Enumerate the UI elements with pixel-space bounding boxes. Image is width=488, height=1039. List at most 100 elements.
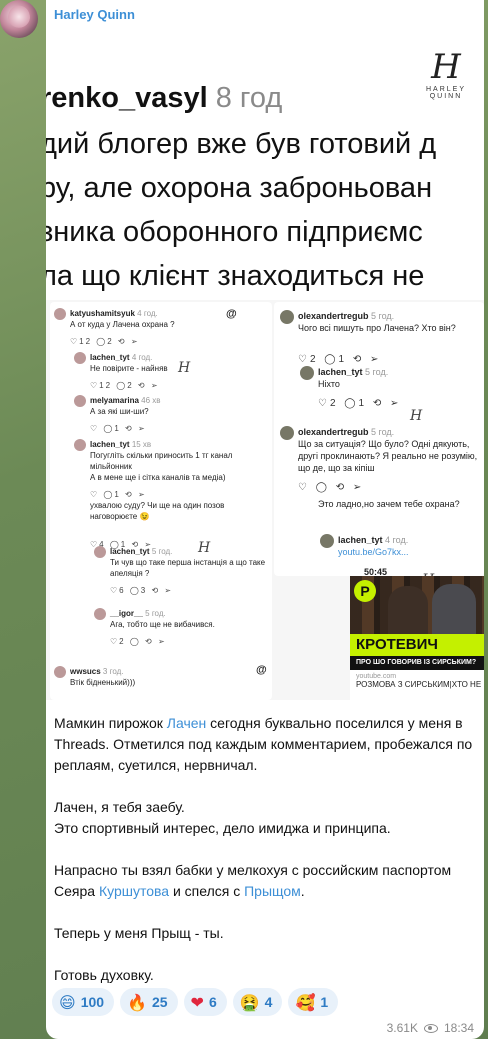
comment: katyushamitsyuk 4 год. А от куда у Лачена… (70, 308, 270, 330)
comment-actions[interactable]: ♡ ◯1 ⟲ ➢ (90, 424, 147, 433)
mention-link[interactable]: Лачен (167, 715, 206, 731)
paragraph: Лачен, я тебя заебу. Это спортивный инте… (54, 799, 391, 836)
reaction-laugh[interactable]: 😄 100 (52, 988, 115, 1016)
comment: lachen_tyt 5 год. Ти чув що таке перша ін… (110, 546, 270, 579)
comment-time: 46 хв (141, 396, 161, 405)
post-line: ла що клієнт знаходиться не (46, 260, 425, 292)
comment-avatar[interactable] (280, 426, 294, 440)
comment-actions[interactable]: ♡6 ◯3 ⟲ ➢ (110, 586, 173, 595)
comment-avatar[interactable] (280, 310, 294, 324)
video-duration: 50:45 (364, 567, 388, 577)
view-count: 3.61K (386, 1021, 418, 1035)
post-line: зника оборонного підприємс (46, 216, 423, 248)
reaction-fire[interactable]: 🔥 25 (120, 988, 178, 1016)
post-author: renko_vasyl 8 год (46, 82, 283, 114)
comment-text: ухвалою суду? Чи ще на один позов нагово… (90, 501, 225, 521)
comment: wwsucs 3 год. Втік бідненький))) (70, 666, 270, 688)
message-footer: 3.61K 18:34 (387, 1021, 474, 1035)
comment-time: 4 год. (385, 535, 409, 545)
paragraph: Теперь у меня Прыщ - ты. (54, 925, 224, 941)
comment-avatar[interactable] (94, 546, 106, 558)
message-image[interactable]: H HARLEY QUINN renko_vasyl 8 год дий бло… (46, 30, 484, 700)
reaction-love[interactable]: 🥰 1 (288, 988, 339, 1016)
message-bubble: Harley Quinn H HARLEY QUINN renko_vasyl … (46, 0, 484, 1039)
comment-actions[interactable]: ♡ ◯1 ⟲ ➢ (90, 490, 147, 499)
message-time: 18:34 (443, 1021, 474, 1035)
comment-actions[interactable]: ♡2 ◯1 ⟲ ➢ (318, 398, 401, 409)
comment-text: Это ладно,но зачем тебе охрана? (318, 499, 460, 509)
comment-author[interactable]: lachen_tyt (338, 535, 383, 545)
top-screenshot: H HARLEY QUINN renko_vasyl 8 год дий бло… (46, 30, 484, 300)
comment-author[interactable]: lachen_tyt (90, 353, 130, 362)
mention-link[interactable]: Куршутова (99, 883, 169, 899)
comment: lachen_tyt 4 год. Не повірите - найняв (90, 352, 270, 374)
comment-author[interactable]: lachen_tyt (318, 367, 363, 377)
paragraph: Мамкин пирожок Лачен сегодня буквально п… (54, 715, 473, 773)
comment: lachen_tyt 5 год. Ніхто (318, 366, 478, 390)
comment-time: 3 год. (102, 667, 124, 676)
comment-author[interactable]: lachen_tyt (90, 440, 130, 449)
comment-text: Втік бідненький))) (70, 678, 136, 687)
post-line: дий блогер вже був готовий д (46, 128, 437, 160)
harley-quinn-logo: H (410, 408, 423, 424)
comment-avatar[interactable] (54, 308, 66, 320)
comment-time: 5 год. (151, 547, 173, 556)
comment-avatar[interactable] (300, 366, 314, 380)
comment-avatar[interactable] (74, 395, 86, 407)
comment: Это ладно,но зачем тебе охрана? (318, 498, 478, 510)
comment: olexandertregub 5 год. Що за ситуація? Що… (298, 426, 478, 474)
comment-time: 4 год. (131, 353, 153, 362)
paragraph: Готовь духовку. (54, 967, 154, 983)
channel-logo-icon: P (354, 580, 376, 602)
comment-author[interactable]: wwsucs (70, 667, 101, 676)
comment-time: 5 год. (371, 427, 395, 437)
comment-text: youtu.be/Go7kx... (338, 547, 409, 557)
reaction-heart[interactable]: ❤ 6 (183, 988, 227, 1016)
paragraph: Напрасно ты взял бабки у мелкохуя с росс… (54, 862, 452, 899)
comment-text: Ти чув що таке перша інстанція а що таке… (110, 558, 266, 578)
comment: olexandertregub 5 год. Чого всі пишуть пр… (298, 310, 478, 334)
comment-time: 5 год. (371, 311, 395, 321)
comment: ухвалою суду? Чи ще на один позов нагово… (90, 500, 270, 522)
mention-link[interactable]: Прыщом (244, 883, 301, 899)
comment-actions[interactable]: ♡12 ◯2 ⟲ ➢ (90, 381, 160, 390)
message-text: Мамкин пирожок Лачен сегодня буквально п… (54, 713, 478, 1007)
comment-avatar[interactable] (74, 439, 86, 451)
harley-quinn-logo: H HARLEY QUINN (425, 47, 466, 100)
sender-name[interactable]: Harley Quinn (54, 7, 135, 22)
comment-text: Не повірите - найняв (90, 364, 168, 373)
comment-author[interactable]: lachen_tyt (110, 547, 150, 556)
comment-time: 15 хв (131, 440, 152, 449)
comment-text: Ага, тобто ще не вибачився. (110, 620, 215, 629)
comment-actions[interactable]: ♡12 ◯2 ⟲ ➢ (70, 337, 140, 346)
youtube-preview[interactable]: P КРОТЕВИЧ ПРО ШО ГОВОРИВ ІЗ СИРСЬКИМ? y… (350, 576, 484, 700)
comment: lachen_tyt 4 год. youtu.be/Go7kx... (338, 534, 478, 558)
comment-time: 5 год. (145, 609, 166, 618)
video-subtitle: ПРО ШО ГОВОРИВ ІЗ СИРСЬКИМ? (350, 656, 484, 670)
comment-author[interactable]: olexandertregub (298, 427, 369, 437)
comment-text: А от куда у Лачена охрана ? (70, 320, 175, 329)
comment: __igor__ 5 год. Ага, тобто ще не вибачивс… (110, 608, 270, 630)
video-title: КРОТЕВИЧ (350, 634, 484, 656)
comment-actions[interactable]: ♡ ◯ ⟲ ➢ (298, 482, 364, 493)
comment-avatar[interactable] (94, 608, 106, 620)
comment-avatar[interactable] (74, 352, 86, 364)
comment-time: 4 год. (137, 309, 158, 318)
comment-text: Що за ситуація? Що було? Одні дякують, д… (298, 439, 478, 473)
comment-author[interactable]: __igor__ (110, 609, 143, 618)
avatar[interactable] (0, 0, 38, 38)
eye-icon (423, 1023, 438, 1033)
comment-text: Погугліть скільки приносить 1 тг канал м… (90, 451, 233, 482)
reaction-vomit[interactable]: 🤮 4 (232, 988, 283, 1016)
comment-text: А за які ши-ши? (90, 407, 149, 416)
reactions-bar: 😄 100 🔥 25 ❤ 6 🤮 4 🥰 1 (52, 988, 339, 1016)
comment-actions[interactable]: ♡2 ◯1 ⟲ ➢ (298, 354, 381, 365)
comment-avatar[interactable] (54, 666, 66, 678)
comment-author[interactable]: melyamarina (90, 396, 139, 405)
comment-actions[interactable]: ♡2 ◯ ⟲ ➢ (110, 637, 167, 646)
comment-avatar[interactable] (320, 534, 334, 548)
comment-author[interactable]: katyushamitsyuk (70, 309, 135, 318)
comment-text: Ніхто (318, 379, 340, 389)
comment-author[interactable]: olexandertregub (298, 311, 369, 321)
comment: lachen_tyt 15 хв Погугліть скільки принос… (90, 439, 270, 483)
